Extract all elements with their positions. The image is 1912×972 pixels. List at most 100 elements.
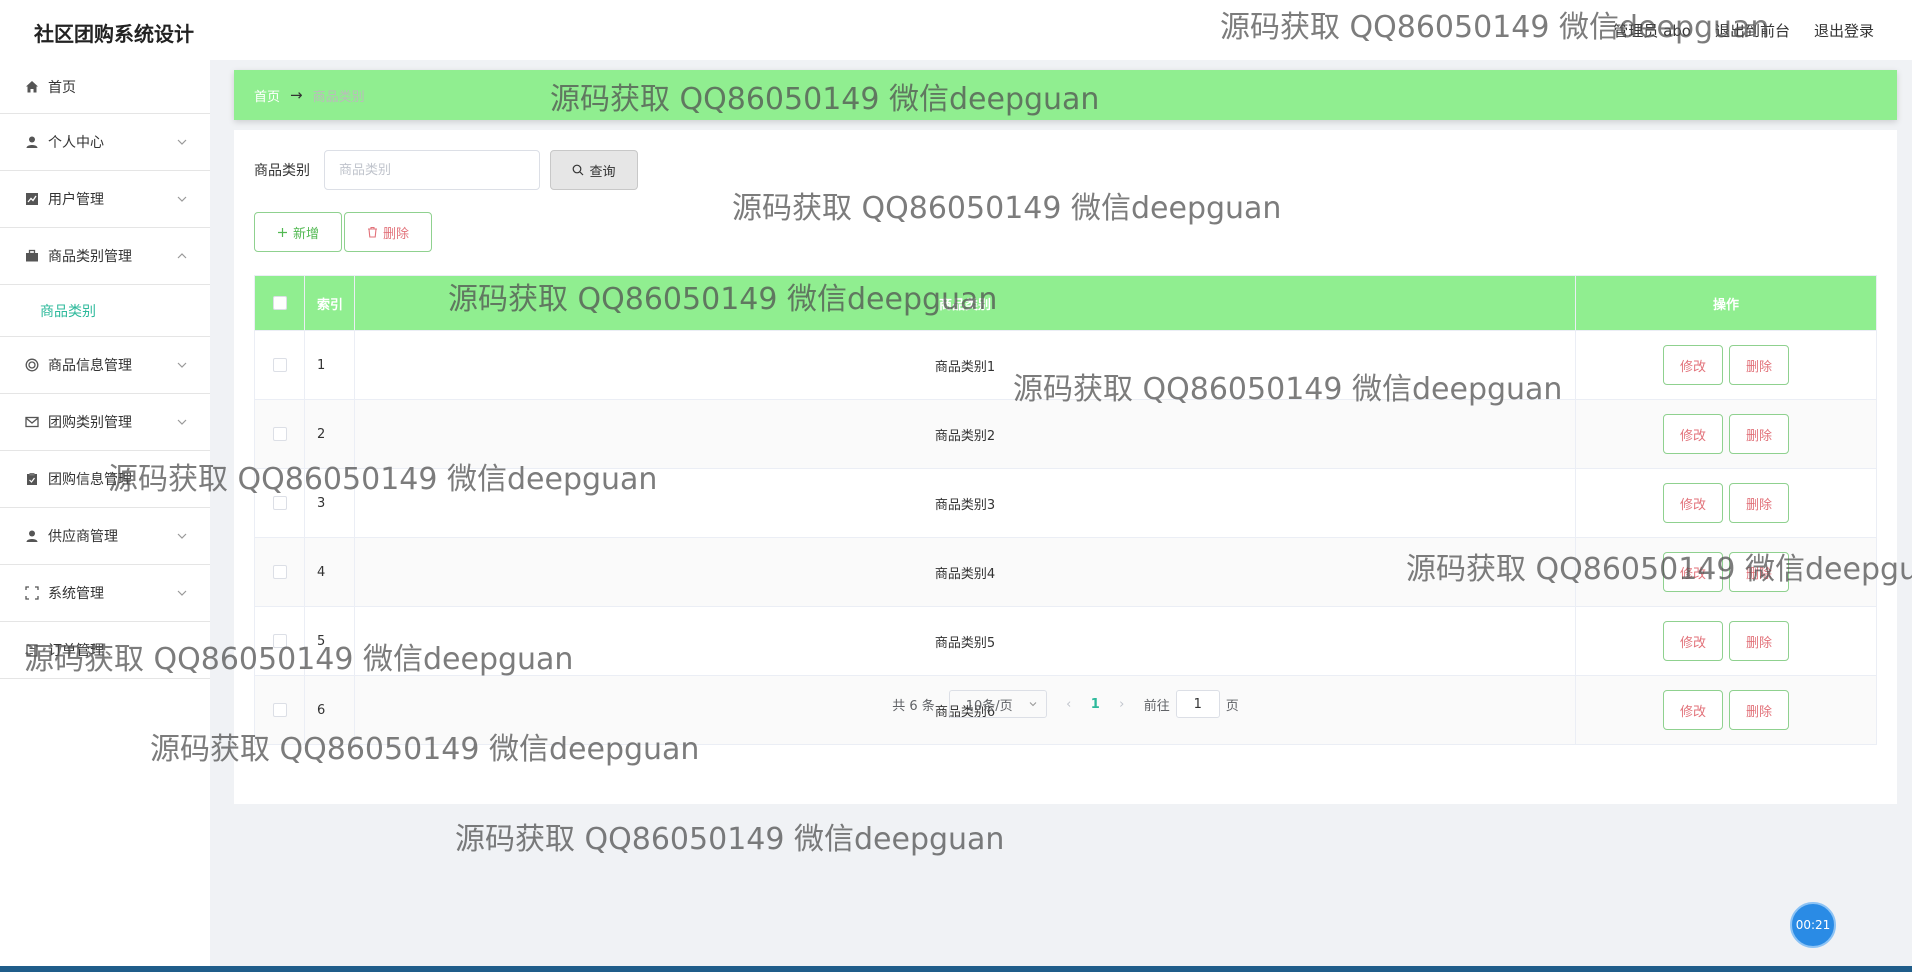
front-link[interactable]: 退出到前台 bbox=[1715, 20, 1790, 41]
row-category-name: 商品类别4 bbox=[355, 538, 1576, 606]
edit-button[interactable]: 修改 bbox=[1663, 414, 1723, 454]
row-category-name: 商品类别1 bbox=[355, 331, 1576, 399]
page-size-select[interactable]: 10条/页 bbox=[948, 690, 1047, 718]
plus-icon bbox=[277, 227, 287, 237]
prev-page-button[interactable]: ‹ bbox=[1061, 697, 1077, 712]
column-header-index: 索引 bbox=[305, 276, 355, 330]
select-all-checkbox[interactable] bbox=[272, 296, 287, 310]
sidebar-item-label: 商品信息管理 bbox=[48, 358, 132, 374]
table-row: 5 商品类别5 修改 删除 bbox=[255, 606, 1876, 675]
sidebar-item-label: 订单管理 bbox=[48, 643, 104, 659]
chevron-down-icon bbox=[1029, 702, 1037, 707]
recording-timer[interactable]: 00:21 bbox=[1790, 902, 1836, 948]
chevron-down-icon bbox=[177, 419, 187, 425]
row-select-cell bbox=[255, 469, 305, 537]
sidebar-item-system[interactable]: 系统管理 bbox=[0, 565, 210, 622]
trash-icon bbox=[367, 226, 377, 238]
goto-prefix: 前往 bbox=[1143, 698, 1170, 714]
delete-button-label: 删除 bbox=[382, 226, 409, 242]
search-label: 商品类别 bbox=[254, 163, 310, 179]
sidebar-item-home[interactable]: 首页 bbox=[0, 60, 210, 114]
sidebar-item-orders[interactable]: 订单管理 bbox=[0, 622, 210, 679]
row-checkbox[interactable] bbox=[272, 634, 287, 648]
page-number-current[interactable]: 1 bbox=[1091, 697, 1100, 712]
sidebar-item-label: 系统管理 bbox=[48, 586, 104, 602]
edit-button[interactable]: 修改 bbox=[1663, 621, 1723, 661]
page-size-value: 10条/页 bbox=[965, 698, 1013, 714]
main-content: 首页 → 商品类别 商品类别 查询 新增 删除 bbox=[234, 70, 1897, 804]
table-row: 3 商品类别3 修改 删除 bbox=[255, 468, 1876, 537]
row-category-name: 商品类别5 bbox=[355, 607, 1576, 675]
search-input[interactable] bbox=[324, 150, 540, 190]
sidebar-item-supplier[interactable]: 供应商管理 bbox=[0, 508, 210, 565]
briefcase-icon bbox=[24, 248, 40, 264]
row-select-cell bbox=[255, 607, 305, 675]
app-title: 社区团购系统设计 bbox=[34, 22, 194, 46]
row-index: 2 bbox=[305, 400, 355, 468]
sidebar-item-users[interactable]: 用户管理 bbox=[0, 171, 210, 228]
row-checkbox[interactable] bbox=[272, 358, 287, 372]
delete-button[interactable]: 删除 bbox=[1729, 414, 1789, 454]
row-checkbox[interactable] bbox=[272, 427, 287, 441]
sidebar-subitem-category[interactable]: 商品类别 bbox=[0, 285, 210, 337]
batch-delete-button[interactable]: 删除 bbox=[344, 212, 432, 252]
row-checkbox[interactable] bbox=[272, 565, 287, 579]
pagination: 共 6 条 10条/页 ‹ 1 › 前往 页 bbox=[234, 690, 1897, 718]
top-links: 管理员 abo 退出到前台 退出登录 bbox=[1613, 20, 1874, 41]
sidebar-item-label: 团购信息管理 bbox=[48, 472, 132, 488]
goto-page-input[interactable] bbox=[1175, 690, 1220, 718]
row-actions: 修改 删除 bbox=[1576, 469, 1876, 537]
row-index: 5 bbox=[305, 607, 355, 675]
chevron-down-icon bbox=[177, 196, 187, 202]
watermark: 源码获取 QQ86050149 微信deepguan bbox=[455, 822, 1005, 857]
current-user: 管理员 abo bbox=[1613, 22, 1691, 40]
sidebar-item-label: 用户管理 bbox=[48, 192, 104, 208]
sidebar-item-personal[interactable]: 个人中心 bbox=[0, 114, 210, 171]
row-actions: 修改 删除 bbox=[1576, 331, 1876, 399]
mail-icon bbox=[24, 414, 40, 430]
row-index: 3 bbox=[305, 469, 355, 537]
logout-link[interactable]: 退出登录 bbox=[1814, 20, 1874, 41]
action-row: 新增 删除 bbox=[254, 212, 432, 252]
search-icon bbox=[573, 164, 584, 176]
chevron-up-icon bbox=[177, 253, 187, 259]
user-icon bbox=[24, 528, 40, 544]
edit-button[interactable]: 修改 bbox=[1663, 552, 1723, 592]
row-category-name: 商品类别2 bbox=[355, 400, 1576, 468]
goto-suffix: 页 bbox=[1225, 698, 1239, 714]
query-button-label: 查询 bbox=[589, 164, 616, 180]
row-index: 4 bbox=[305, 538, 355, 606]
edit-button[interactable]: 修改 bbox=[1663, 345, 1723, 385]
next-page-button[interactable]: › bbox=[1114, 697, 1130, 712]
goto-page: 前往 页 bbox=[1144, 690, 1239, 718]
sidebar-item-group-category[interactable]: 团购类别管理 bbox=[0, 394, 210, 451]
user-icon bbox=[24, 134, 40, 150]
sidebar-item-group-info[interactable]: 团购信息管理 bbox=[0, 451, 210, 508]
delete-button[interactable]: 删除 bbox=[1729, 621, 1789, 661]
clipboard-icon bbox=[24, 471, 40, 487]
delete-button[interactable]: 删除 bbox=[1729, 483, 1789, 523]
add-button[interactable]: 新增 bbox=[254, 212, 342, 252]
query-button[interactable]: 查询 bbox=[550, 150, 638, 190]
top-bar: 社区团购系统设计 管理员 abo 退出到前台 退出登录 bbox=[0, 0, 1912, 60]
chevron-down-icon bbox=[177, 139, 187, 145]
select-all-cell bbox=[255, 276, 305, 330]
row-actions: 修改 删除 bbox=[1576, 538, 1876, 606]
breadcrumb-home[interactable]: 首页 bbox=[254, 86, 280, 105]
sidebar: 首页 个人中心 用户管理 商品类别管理 商品类别 商品信息管理 团购类别管理 团… bbox=[0, 60, 210, 972]
delete-button[interactable]: 删除 bbox=[1729, 345, 1789, 385]
chart-icon bbox=[24, 191, 40, 207]
row-select-cell bbox=[255, 400, 305, 468]
sidebar-item-label: 个人中心 bbox=[48, 135, 104, 151]
sidebar-item-category-management[interactable]: 商品类别管理 bbox=[0, 228, 210, 285]
column-header-category[interactable]: 商品类别 bbox=[355, 276, 1576, 330]
sidebar-item-product-info[interactable]: 商品信息管理 bbox=[0, 337, 210, 394]
chevron-down-icon bbox=[177, 533, 187, 539]
edit-button[interactable]: 修改 bbox=[1663, 483, 1723, 523]
row-index: 1 bbox=[305, 331, 355, 399]
sidebar-item-label: 首页 bbox=[48, 79, 76, 96]
row-checkbox[interactable] bbox=[272, 496, 287, 510]
column-header-actions: 操作 bbox=[1712, 297, 1739, 313]
delete-button[interactable]: 删除 bbox=[1729, 552, 1789, 592]
circle-icon bbox=[24, 357, 40, 373]
